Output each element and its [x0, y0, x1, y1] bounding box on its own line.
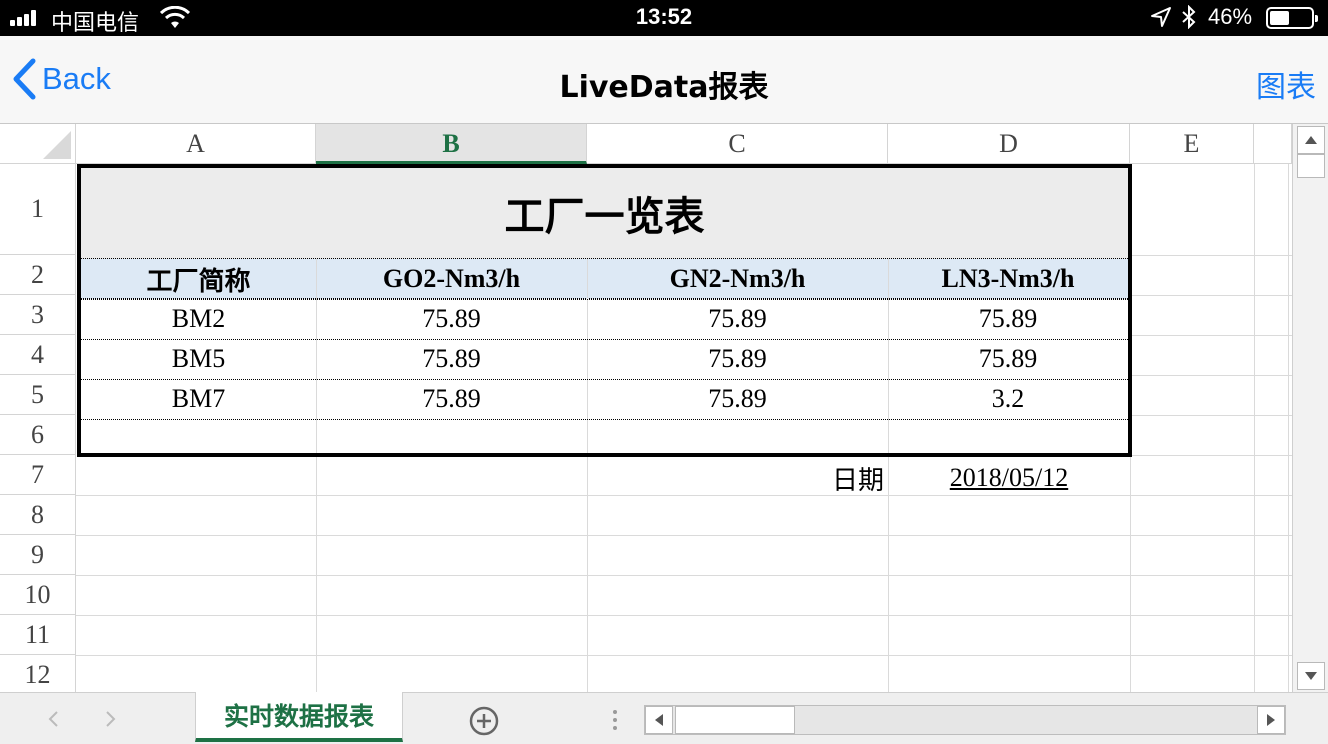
- column-header-a[interactable]: A: [76, 124, 316, 164]
- scroll-up-button[interactable]: [1297, 126, 1325, 154]
- row-header-4[interactable]: 4: [0, 335, 76, 375]
- sheet-tab-bar: 实时数据报表: [0, 692, 1328, 744]
- bluetooth-icon: [1182, 5, 1196, 29]
- row-header-9[interactable]: 9: [0, 535, 76, 575]
- triangle-down-icon: [1305, 672, 1317, 680]
- table-cell[interactable]: 75.89: [888, 299, 1128, 339]
- row-header-5[interactable]: 5: [0, 375, 76, 415]
- add-sheet-icon[interactable]: [468, 705, 500, 737]
- spreadsheet-grid[interactable]: A B C D E 1 2 3 4 5 6 7 8 9 10 11 12 工厂一…: [0, 124, 1292, 692]
- table-cell[interactable]: 75.89: [587, 299, 888, 339]
- row-header-6[interactable]: 6: [0, 415, 76, 455]
- row-header-10[interactable]: 10: [0, 575, 76, 615]
- header-cell-gn2[interactable]: GN2-Nm3/h: [587, 259, 888, 299]
- row-header-3[interactable]: 3: [0, 295, 76, 335]
- row-header-7[interactable]: 7: [0, 455, 76, 495]
- scroll-down-button[interactable]: [1297, 662, 1325, 690]
- vertical-scroll-thumb[interactable]: [1297, 154, 1325, 178]
- status-bar: 中国电信 13:52 46%: [0, 0, 1328, 36]
- table-cell[interactable]: BM7: [81, 379, 316, 419]
- triangle-up-icon: [1305, 136, 1317, 144]
- triangle-left-icon: [655, 714, 663, 726]
- row-header-2[interactable]: 2: [0, 255, 76, 295]
- scroll-left-button[interactable]: [645, 706, 673, 734]
- row-header-11[interactable]: 11: [0, 615, 76, 655]
- report-table: 工厂一览表 工厂简称 GO2-Nm3/h GN2-Nm3/h LN3-Nm3/h…: [77, 164, 1132, 457]
- select-all-corner[interactable]: [0, 124, 76, 164]
- row-header-12[interactable]: 12: [0, 655, 76, 692]
- header-cell-factory[interactable]: 工厂简称: [81, 259, 316, 299]
- table-cell[interactable]: 75.89: [587, 379, 888, 419]
- table-cell[interactable]: 75.89: [888, 339, 1128, 379]
- status-time: 13:52: [635, 4, 693, 29]
- horizontal-scroll-thumb[interactable]: [675, 706, 795, 734]
- horizontal-scrollbar[interactable]: [644, 705, 1286, 735]
- splitter-handle-icon[interactable]: [612, 709, 618, 731]
- vertical-scrollbar[interactable]: [1292, 124, 1328, 692]
- sheet-tab-active[interactable]: 实时数据报表: [195, 692, 403, 742]
- table-cell[interactable]: 75.89: [316, 379, 587, 419]
- column-header-e[interactable]: E: [1130, 124, 1254, 164]
- next-sheet-icon[interactable]: [104, 709, 118, 729]
- date-label[interactable]: 日期: [800, 458, 884, 498]
- header-cell-go2[interactable]: GO2-Nm3/h: [316, 259, 587, 299]
- navigation-bar: Back LiveData报表 图表: [0, 36, 1328, 124]
- page-title: LiveData报表: [559, 70, 769, 105]
- location-icon: [1151, 7, 1171, 27]
- table-cell[interactable]: 75.89: [587, 339, 888, 379]
- report-title[interactable]: 工厂一览表: [81, 168, 1128, 259]
- previous-sheet-icon[interactable]: [46, 709, 60, 729]
- header-cell-ln3[interactable]: LN3-Nm3/h: [888, 259, 1128, 299]
- chart-button[interactable]: 图表: [1256, 62, 1316, 106]
- row-header-1[interactable]: 1: [0, 164, 76, 255]
- date-value[interactable]: 2018/05/12: [888, 458, 1130, 498]
- battery-percent: 46%: [1208, 4, 1253, 29]
- battery-icon: [1266, 7, 1318, 29]
- table-cell[interactable]: 75.89: [316, 339, 587, 379]
- table-cell[interactable]: BM5: [81, 339, 316, 379]
- triangle-right-icon: [1267, 714, 1275, 726]
- column-header-c[interactable]: C: [587, 124, 888, 164]
- table-cell[interactable]: 75.89: [316, 299, 587, 339]
- table-cell[interactable]: 3.2: [888, 379, 1128, 419]
- column-header-blank[interactable]: [1254, 124, 1292, 164]
- column-header-d[interactable]: D: [888, 124, 1130, 164]
- column-header-b[interactable]: B: [316, 124, 587, 164]
- scroll-right-button[interactable]: [1257, 706, 1285, 734]
- table-cell[interactable]: BM2: [81, 299, 316, 339]
- row-header-8[interactable]: 8: [0, 495, 76, 535]
